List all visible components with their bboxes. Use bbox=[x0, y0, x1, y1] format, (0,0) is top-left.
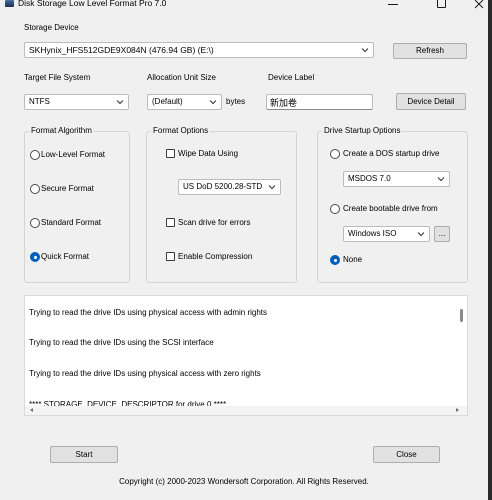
vertical-scrollbar-thumb[interactable] bbox=[460, 309, 463, 322]
chevron-down-icon bbox=[268, 185, 276, 190]
allocation-unit-size-label: Allocation Unit Size bbox=[147, 73, 216, 82]
wipe-method-value: US DoD 5200.28-STD bbox=[183, 182, 263, 191]
compression-checkbox[interactable] bbox=[166, 252, 175, 261]
file-system-select[interactable]: NTFS bbox=[24, 94, 129, 110]
bootable-drive-label[interactable]: Create bootable drive from bbox=[343, 204, 438, 214]
compression-label[interactable]: Enable Compression bbox=[178, 252, 252, 262]
low-level-format-radio[interactable] bbox=[30, 150, 40, 160]
secure-format-radio[interactable] bbox=[30, 184, 40, 194]
chevron-down-icon bbox=[116, 100, 124, 105]
close-icon bbox=[474, 0, 484, 9]
window-title: Disk Storage Low Level Format Pro 7.0 bbox=[18, 0, 167, 8]
drive-startup-title: Drive Startup Options bbox=[322, 126, 403, 136]
maximize-icon bbox=[437, 0, 446, 8]
window-edge bbox=[488, 0, 492, 500]
device-detail-button[interactable]: Device Detail bbox=[396, 93, 466, 110]
file-system-value: NTFS bbox=[29, 97, 50, 106]
chevron-down-icon bbox=[437, 177, 445, 182]
dos-version-select[interactable]: MSDOS 7.0 bbox=[343, 171, 450, 187]
device-label-label: Device Label bbox=[268, 73, 315, 82]
title-bar: Disk Storage Low Level Format Pro 7.0 bbox=[0, 0, 488, 11]
low-level-format-label[interactable]: Low-Level Format bbox=[41, 150, 105, 160]
minimize-icon bbox=[388, 4, 398, 5]
standard-format-radio[interactable] bbox=[30, 218, 40, 228]
none-radio[interactable] bbox=[330, 255, 340, 265]
bootable-drive-radio[interactable] bbox=[330, 204, 340, 214]
boot-source-value: Windows ISO bbox=[348, 229, 397, 238]
quick-format-label[interactable]: Quick Format bbox=[41, 252, 89, 262]
quick-format-radio[interactable] bbox=[30, 252, 40, 262]
horizontal-scrollbar[interactable] bbox=[25, 406, 467, 415]
wipe-method-select[interactable]: US DoD 5200.28-STD bbox=[178, 179, 281, 195]
start-button[interactable]: Start bbox=[50, 446, 118, 463]
format-options-title: Format Options bbox=[151, 126, 211, 136]
format-algorithm-group: Format Algorithm Low-Level Format Secure… bbox=[24, 126, 130, 283]
app-icon bbox=[5, 0, 14, 7]
chevron-down-icon bbox=[209, 100, 217, 105]
format-algorithm-title: Format Algorithm bbox=[29, 126, 94, 136]
bytes-unit-label: bytes bbox=[226, 97, 246, 106]
secure-format-label[interactable]: Secure Format bbox=[41, 184, 94, 194]
scroll-left-icon[interactable] bbox=[30, 408, 33, 412]
log-line: Trying to read the drive IDs using physi… bbox=[29, 308, 268, 317]
format-options-group: Format Options Wipe Data Using US DoD 52… bbox=[146, 126, 297, 283]
none-label[interactable]: None bbox=[343, 255, 362, 265]
storage-device-label: Storage Device bbox=[24, 23, 79, 32]
boot-source-select[interactable]: Windows ISO bbox=[343, 226, 430, 242]
scan-errors-label[interactable]: Scan drive for errors bbox=[178, 218, 250, 228]
maximize-button[interactable] bbox=[420, 0, 462, 11]
allocation-unit-select[interactable]: (Default) bbox=[147, 94, 222, 110]
log-output[interactable]: Trying to read the drive IDs using physi… bbox=[24, 295, 468, 416]
storage-device-value: SKHynix_HFS512GDE9X084N (476.94 GB) (E:\… bbox=[29, 45, 214, 55]
device-label-input[interactable] bbox=[266, 94, 373, 110]
dos-startup-radio[interactable] bbox=[330, 149, 340, 159]
log-line: Trying to read the drive IDs using physi… bbox=[29, 369, 261, 378]
browse-button[interactable]: ... bbox=[434, 226, 450, 242]
scroll-right-icon[interactable] bbox=[456, 408, 459, 412]
target-file-system-label: Target File System bbox=[24, 73, 91, 82]
dos-startup-label[interactable]: Create a DOS startup drive bbox=[343, 149, 439, 159]
chevron-down-icon bbox=[361, 48, 369, 53]
close-window-button[interactable] bbox=[462, 0, 488, 11]
minimize-button[interactable] bbox=[372, 0, 414, 11]
refresh-button[interactable]: Refresh bbox=[393, 43, 467, 59]
standard-format-label[interactable]: Standard Format bbox=[41, 218, 101, 228]
drive-startup-group: Drive Startup Options Create a DOS start… bbox=[317, 126, 468, 283]
dos-version-value: MSDOS 7.0 bbox=[348, 174, 391, 183]
wipe-data-label[interactable]: Wipe Data Using bbox=[178, 149, 238, 159]
storage-device-select[interactable]: SKHynix_HFS512GDE9X084N (476.94 GB) (E:\… bbox=[24, 42, 374, 58]
close-button[interactable]: Close bbox=[373, 446, 440, 463]
log-line: Trying to read the drive IDs using the S… bbox=[29, 338, 214, 347]
wipe-data-checkbox[interactable] bbox=[166, 149, 175, 158]
allocation-unit-value: (Default) bbox=[152, 97, 183, 106]
scan-errors-checkbox[interactable] bbox=[166, 218, 175, 227]
chevron-down-icon bbox=[417, 232, 425, 237]
copyright-footer: Copyright (c) 2000-2023 Wondersoft Corpo… bbox=[119, 477, 369, 486]
